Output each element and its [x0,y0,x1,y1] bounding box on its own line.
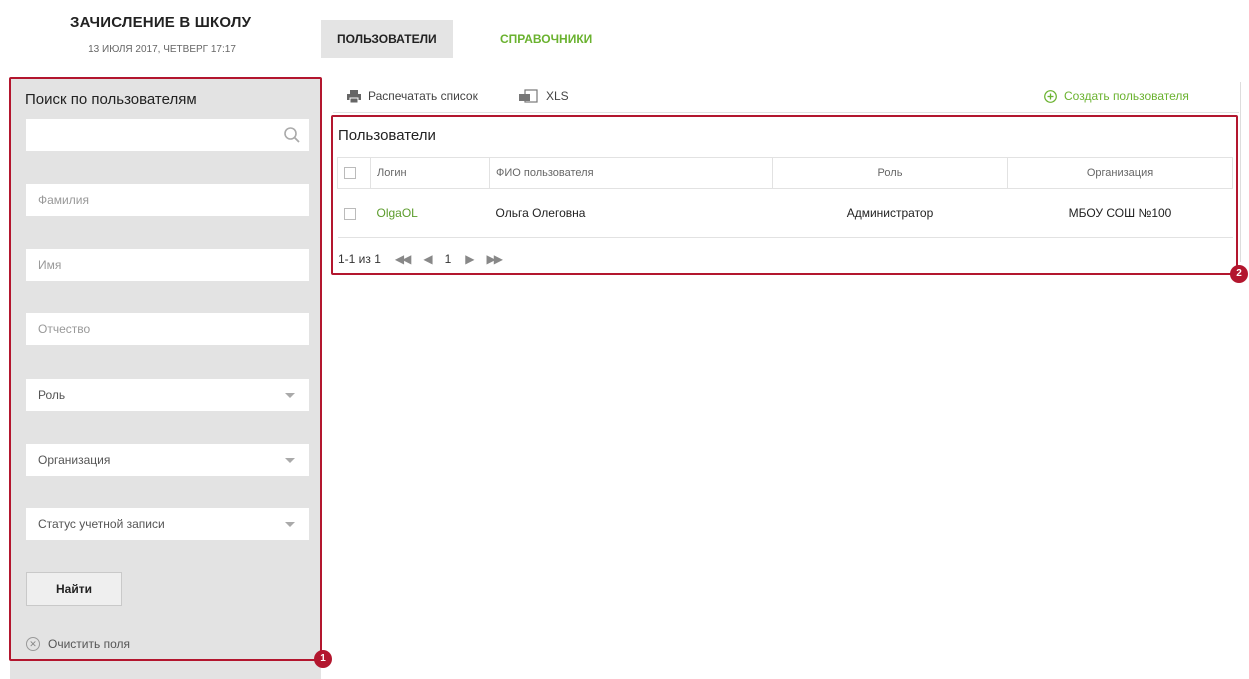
panel-right-border [1240,82,1241,262]
app-title: ЗАЧИСЛЕНИЕ В ШКОЛУ [70,14,252,31]
xls-file-icon [519,89,538,103]
callout-badge-2: 2 [1230,265,1248,283]
tab-users[interactable]: ПОЛЬЗОВАТЕЛИ [321,20,453,58]
print-list-label: Распечатать список [368,89,478,103]
export-xls-button[interactable]: XLS [519,89,569,103]
current-date: 13 ИЮЛЯ 2017, ЧЕТВЕРГ 17:17 [88,44,236,55]
callout-frame-table [331,115,1238,275]
export-xls-label: XLS [546,89,569,103]
tab-references[interactable]: СПРАВОЧНИКИ [484,20,608,58]
callout-frame-sidebar [9,77,322,661]
app-brand: ЗАЧИСЛЕНИЕ В ШКОЛУ 13 ИЮЛЯ 2017, ЧЕТВЕРГ… [70,14,270,55]
toolbar: Распечатать список XLS Создать пользоват… [333,82,1239,113]
plus-circle-icon [1044,89,1057,103]
create-user-label: Создать пользователя [1064,89,1189,103]
printer-icon [347,89,361,103]
callout-badge-1: 1 [314,650,332,668]
print-list-button[interactable]: Распечатать список [347,89,478,103]
create-user-button[interactable]: Создать пользователя [1044,89,1189,103]
